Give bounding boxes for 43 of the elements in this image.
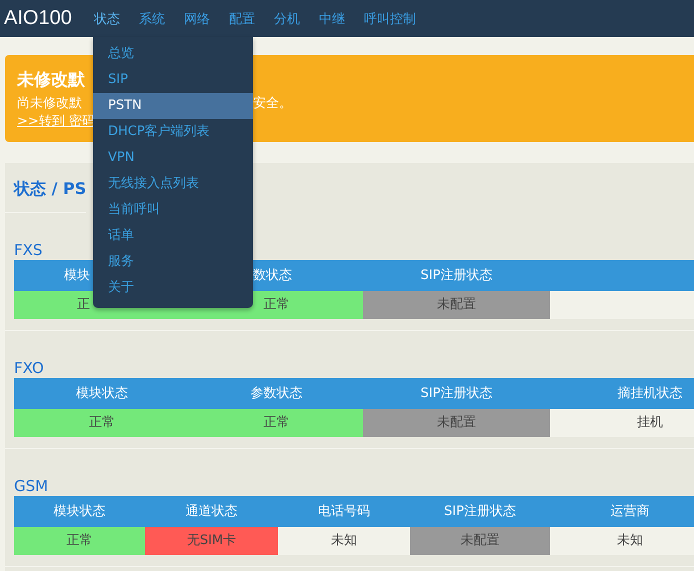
menu-item[interactable]: PSTN xyxy=(93,93,253,119)
warning-text: 安全。 xyxy=(253,95,292,112)
nav-item[interactable]: 分机 xyxy=(274,8,300,30)
column-header: 通道状态 xyxy=(145,496,278,527)
nav-item[interactable]: 状态 xyxy=(94,8,120,30)
column-header: SIP注册状态 xyxy=(410,496,550,527)
section-title: FXO xyxy=(14,358,45,378)
column-header: SIP注册状态 xyxy=(363,378,550,409)
warning-text: 尚未修改默 xyxy=(17,95,82,112)
status-cell: 正常 xyxy=(14,409,190,437)
nav-item[interactable]: 中继 xyxy=(318,8,345,30)
column-header: 模块状态 xyxy=(14,378,190,409)
menu-item[interactable]: 总览 xyxy=(93,41,253,67)
menu-item[interactable]: 当前呼叫 xyxy=(93,197,253,223)
status-cell: 挂机 xyxy=(550,409,694,437)
status-cell: 正常 xyxy=(190,409,363,437)
status-cell: 未配置 xyxy=(363,291,550,319)
menu-item[interactable]: DHCP客户端列表 xyxy=(93,119,253,145)
status-cell: 未配置 xyxy=(410,527,550,555)
column-header: 参数状态 xyxy=(190,378,363,409)
nav-item[interactable]: 系统 xyxy=(138,8,165,30)
warning-title: 未修改默 xyxy=(17,69,85,92)
column-header: SIP注册状态 xyxy=(363,260,550,291)
status-cell: 未知 xyxy=(550,527,694,555)
column-header: 模块状态 xyxy=(14,496,145,527)
menu-item[interactable]: 话单 xyxy=(93,223,253,249)
column-header: 电话号码 xyxy=(278,496,410,527)
menu-item[interactable]: 无线接入点列表 xyxy=(93,171,253,197)
status-cell: 未配置 xyxy=(363,409,550,437)
status-cell: 正常 xyxy=(14,527,145,555)
brand-logo: AIO100 xyxy=(4,7,72,30)
page-title: 状态 / PS xyxy=(5,163,86,213)
status-cell: 未知 xyxy=(278,527,410,555)
menu-item[interactable]: VPN xyxy=(93,145,253,171)
nav-item[interactable]: 配置 xyxy=(228,8,255,30)
nav-item[interactable]: 网络 xyxy=(184,8,210,30)
menu-item[interactable]: SIP xyxy=(93,67,253,93)
status-cell: 无SIM卡 xyxy=(145,527,278,555)
column-header: 摘挂机状态 xyxy=(550,378,694,409)
section-title: GSM xyxy=(14,476,50,496)
nav-item[interactable]: 呼叫控制 xyxy=(364,8,416,30)
column-header: 运营商 xyxy=(550,496,694,527)
section-title: FXS xyxy=(14,240,44,260)
